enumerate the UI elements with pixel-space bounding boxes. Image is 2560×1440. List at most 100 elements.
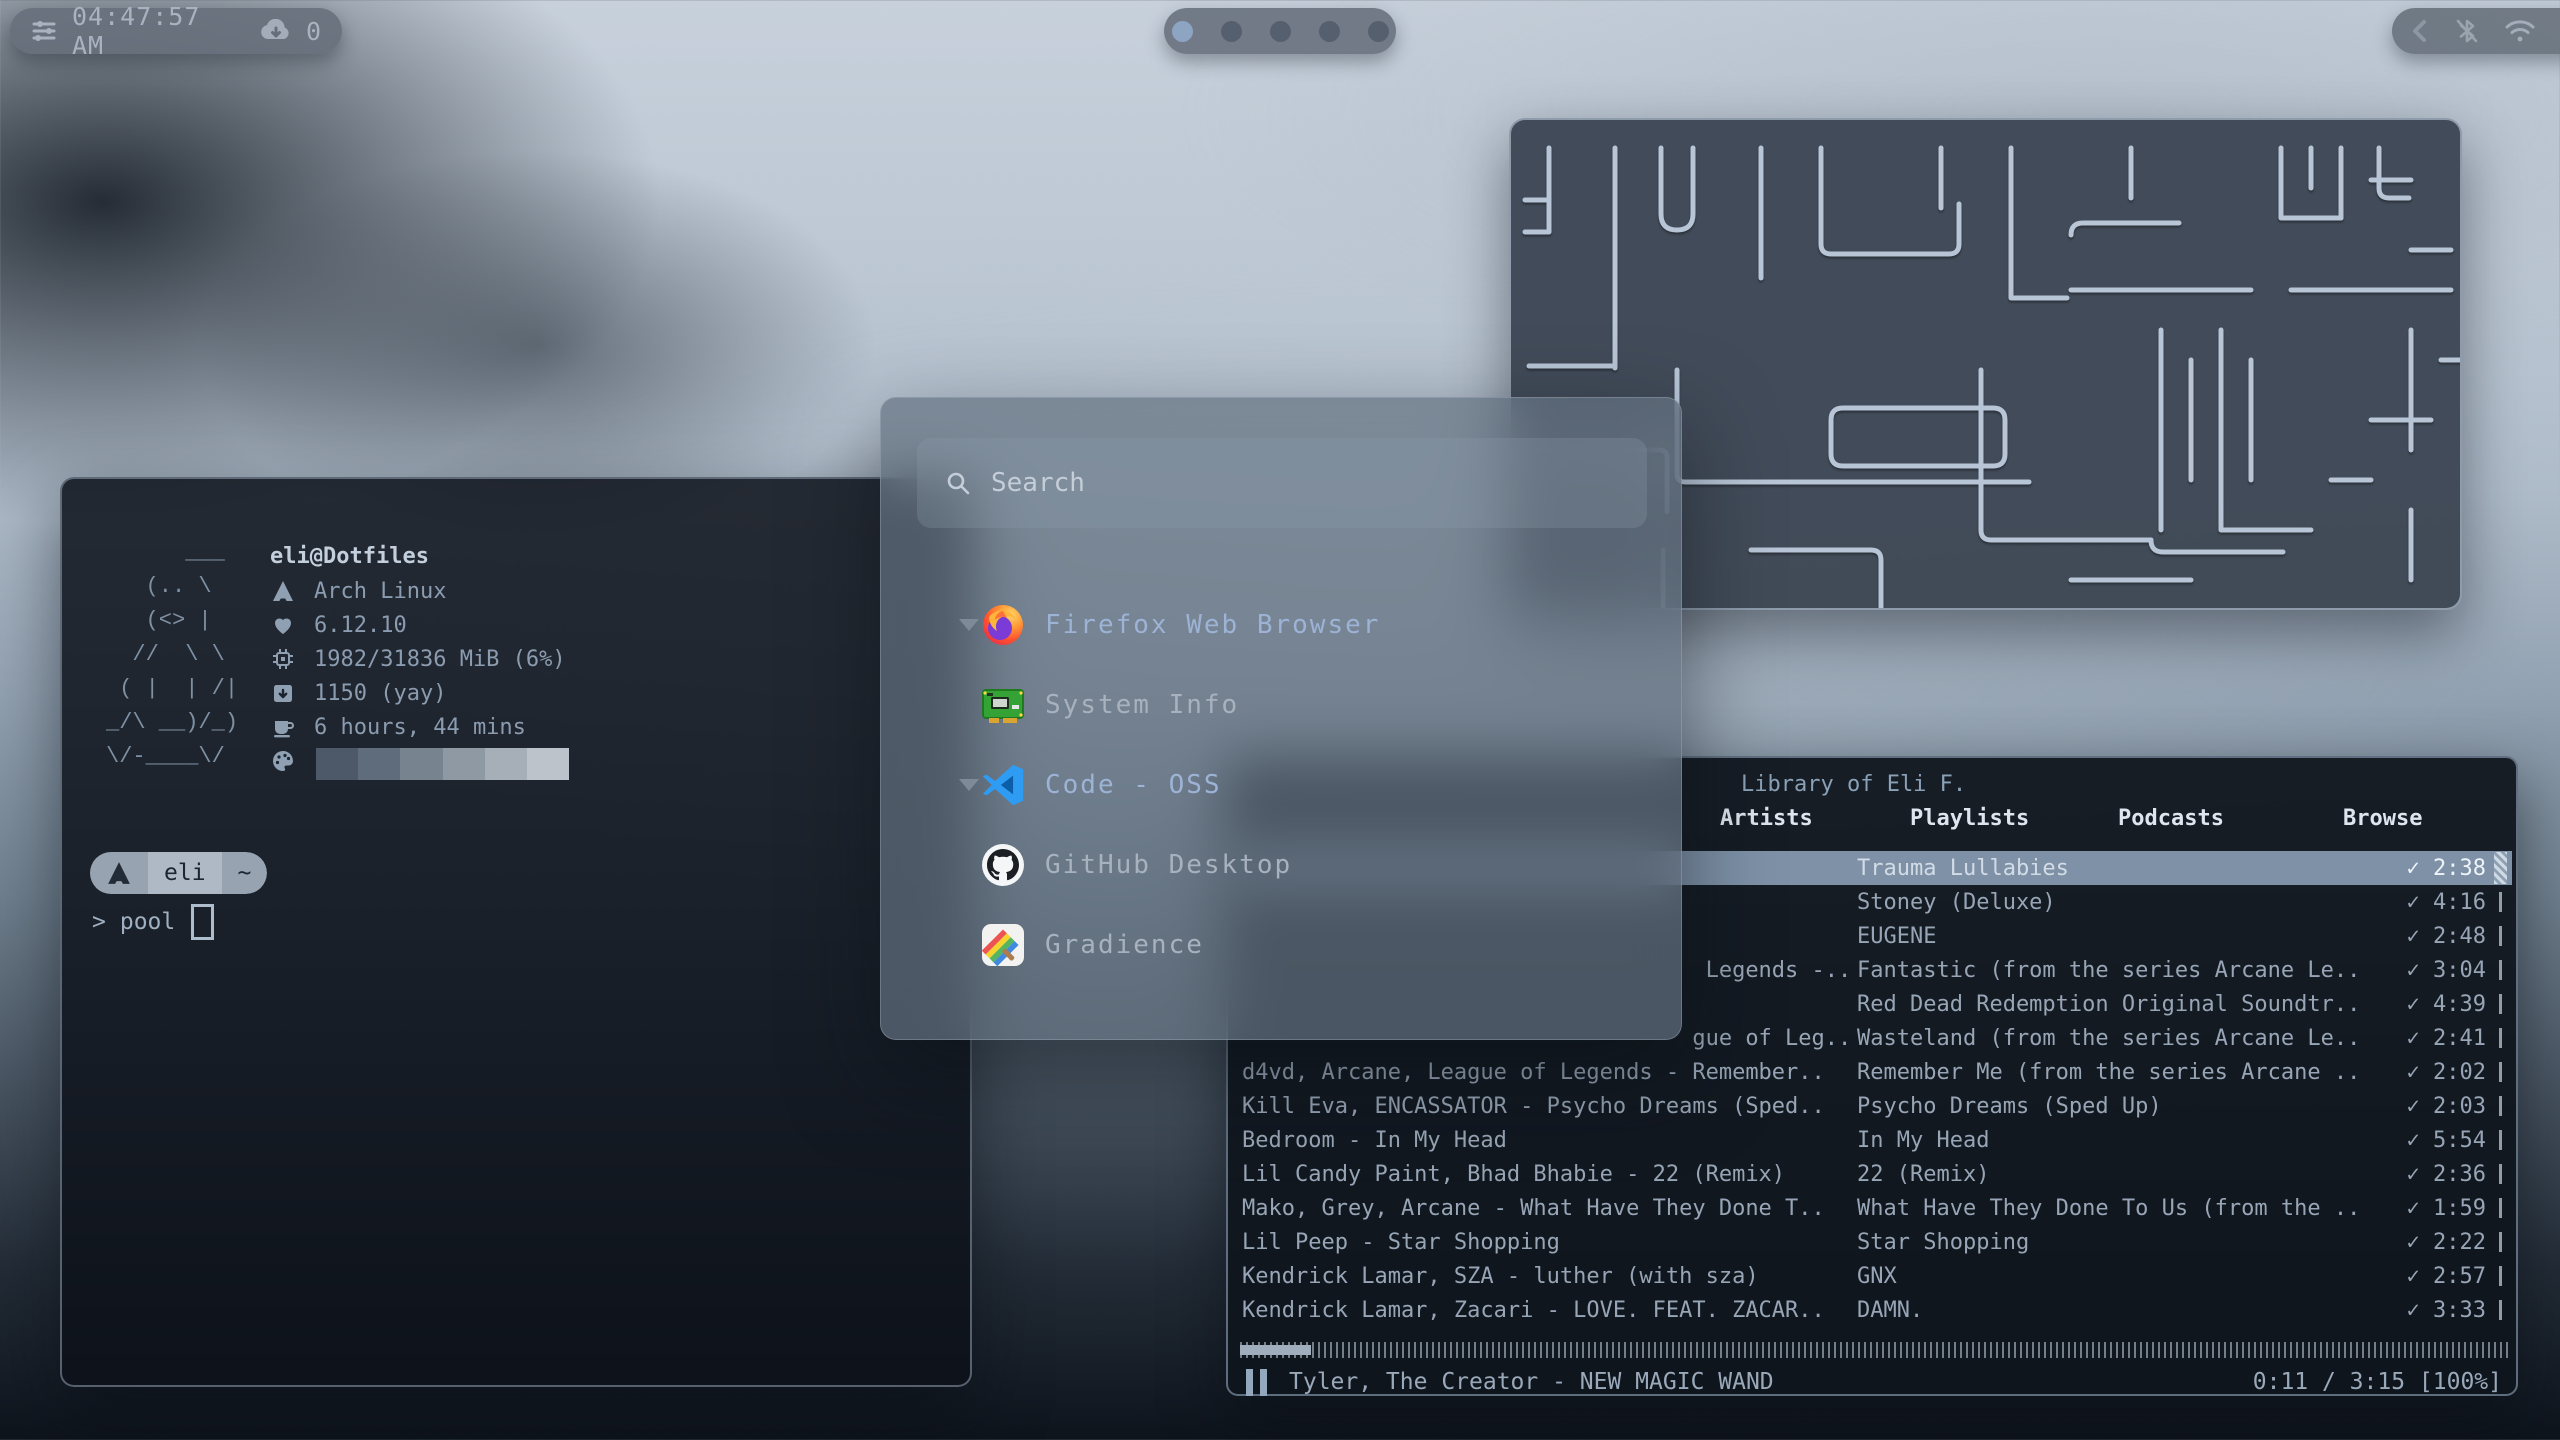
scrollbar-track bbox=[2499, 1232, 2502, 1252]
scrollbar[interactable] bbox=[2492, 919, 2508, 953]
launcher-item-github-desktop[interactable]: GitHub Desktop bbox=[881, 825, 1681, 905]
playback-time: 0:11 / 3:15 [100%] bbox=[2253, 1369, 2502, 1395]
track-artist: Bedroom - In My Head bbox=[1242, 1128, 1854, 1153]
tab-playlists[interactable]: Playlists bbox=[1910, 806, 2029, 831]
scrollbar[interactable] bbox=[2492, 851, 2508, 885]
track-row[interactable]: Lil Candy Paint, Bhad Bhabie - 22 (Remix… bbox=[1236, 1157, 2512, 1191]
scrollbar-track bbox=[2499, 1096, 2502, 1116]
workspace-dot-4[interactable] bbox=[1319, 21, 1340, 42]
fetch-user-host: eli@Dotfiles bbox=[270, 540, 429, 574]
tab-artists[interactable]: Artists bbox=[1720, 806, 1813, 831]
track-duration: ✓ 2:02 bbox=[2336, 1060, 2486, 1085]
scrollbar[interactable] bbox=[2492, 1157, 2508, 1191]
scrollbar[interactable] bbox=[2492, 987, 2508, 1021]
sliders-icon[interactable] bbox=[30, 17, 58, 45]
scrollbar-track bbox=[2499, 960, 2502, 980]
bluetooth-off-icon[interactable] bbox=[2454, 17, 2480, 45]
launcher-item-label: Firefox Web Browser bbox=[1045, 610, 1380, 640]
now-playing-bar: Tyler, The Creator - NEW MAGIC WAND 0:11… bbox=[1246, 1364, 2502, 1400]
workspace-dot-1[interactable] bbox=[1172, 21, 1193, 42]
color-swatch bbox=[485, 748, 527, 780]
scrollbar[interactable] bbox=[2492, 1225, 2508, 1259]
workspace-pill bbox=[1164, 8, 1396, 54]
clock: 04:47:57 AM bbox=[72, 2, 246, 60]
scrollbar-track bbox=[2499, 892, 2502, 912]
scrollbar[interactable] bbox=[2492, 1055, 2508, 1089]
scrollbar[interactable] bbox=[2492, 1021, 2508, 1055]
chevron-down-icon[interactable] bbox=[959, 619, 979, 631]
seek-bar-track bbox=[1240, 1342, 2508, 1358]
fetch-value: 6 hours, 44 mins bbox=[314, 715, 526, 740]
scrollbar-thumb bbox=[2494, 852, 2507, 884]
track-artist: Mako, Grey, Arcane - What Have They Done… bbox=[1242, 1196, 1854, 1221]
scrollbar[interactable] bbox=[2492, 1089, 2508, 1123]
color-swatch bbox=[443, 748, 485, 780]
scrollbar-track bbox=[2499, 994, 2502, 1014]
track-artist: Kendrick Lamar, SZA - luther (with sza) bbox=[1242, 1264, 1854, 1289]
color-swatch bbox=[358, 748, 400, 780]
launcher-item-firefox-web-browser[interactable]: Firefox Web Browser bbox=[881, 585, 1681, 665]
track-duration: ✓ 2:38 bbox=[2336, 856, 2486, 881]
workspace-dot-5[interactable] bbox=[1368, 21, 1389, 42]
track-row[interactable]: Kill Eva, ENCASSATOR - Psycho Dreams (Sp… bbox=[1236, 1089, 2512, 1123]
launcher-item-label: System Info bbox=[1045, 690, 1239, 720]
track-row[interactable]: Kendrick Lamar, Zacari - LOVE. FEAT. ZAC… bbox=[1236, 1293, 2512, 1327]
launcher-item-code-oss[interactable]: Code - OSS bbox=[881, 745, 1681, 825]
terminal-window[interactable]: ___ (.. \ (<> | // \ \ ( | | /| _/\ __)/… bbox=[60, 477, 972, 1387]
status-pill-tray[interactable] bbox=[2392, 8, 2560, 54]
launcher-item-label: Gradience bbox=[1045, 930, 1204, 960]
gradience-icon bbox=[979, 921, 1027, 969]
track-row[interactable]: Lil Peep - Star ShoppingStar Shopping✓ 2… bbox=[1236, 1225, 2512, 1259]
prompt-arrow: > bbox=[92, 909, 106, 935]
track-row[interactable]: Bedroom - In My HeadIn My Head✓ 5:54 bbox=[1236, 1123, 2512, 1157]
scrollbar[interactable] bbox=[2492, 885, 2508, 919]
fetch-value: 6.12.10 bbox=[314, 613, 407, 638]
tab-podcasts[interactable]: Podcasts bbox=[2118, 806, 2224, 831]
status-pill-left[interactable]: 04:47:57 AM 0 bbox=[10, 8, 342, 54]
workspace-dot-2[interactable] bbox=[1221, 21, 1242, 42]
launcher-item-gradience[interactable]: Gradience bbox=[881, 905, 1681, 985]
text-cursor bbox=[191, 904, 214, 940]
search-input[interactable] bbox=[989, 467, 1619, 499]
chevron-down-icon[interactable] bbox=[959, 779, 979, 791]
prompt-dir: ~ bbox=[222, 852, 268, 894]
track-row[interactable]: Kendrick Lamar, SZA - luther (with sza)G… bbox=[1236, 1259, 2512, 1293]
shell-prompt: eli ~ bbox=[90, 852, 267, 894]
app-launcher: Firefox Web Browser System Info Code - OSS… bbox=[880, 397, 1682, 1040]
search-field[interactable] bbox=[917, 438, 1647, 528]
cloud-download-icon[interactable] bbox=[260, 19, 292, 43]
workspace-dot-3[interactable] bbox=[1270, 21, 1291, 42]
launcher-item-label: GitHub Desktop bbox=[1045, 850, 1292, 880]
wifi-icon[interactable] bbox=[2504, 18, 2536, 44]
pause-icon[interactable] bbox=[1246, 1369, 1267, 1396]
tab-browse[interactable]: Browse bbox=[2343, 806, 2422, 831]
scrollbar[interactable] bbox=[2492, 1259, 2508, 1293]
fetch-row: 1982/31836 MiB (6%) bbox=[270, 642, 566, 676]
track-duration: ✓ 2:41 bbox=[2336, 1026, 2486, 1051]
track-artist: Kill Eva, ENCASSATOR - Psycho Dreams (Sp… bbox=[1242, 1094, 1854, 1119]
track-row[interactable]: d4vd, Arcane, League of Legends - Rememb… bbox=[1236, 1055, 2512, 1089]
scrollbar-track bbox=[2499, 1300, 2502, 1320]
scrollbar[interactable] bbox=[2492, 953, 2508, 987]
scrollbar[interactable] bbox=[2492, 1191, 2508, 1225]
launcher-results: Firefox Web Browser System Info Code - OSS… bbox=[881, 585, 1681, 985]
scrollbar-track bbox=[2499, 1062, 2502, 1082]
chevron-left-icon[interactable] bbox=[2410, 18, 2430, 44]
arch-icon bbox=[90, 852, 148, 894]
track-duration: ✓ 5:54 bbox=[2336, 1128, 2486, 1153]
command-line[interactable]: > pool bbox=[92, 905, 214, 939]
fetch-value: Arch Linux bbox=[314, 579, 446, 604]
color-swatch bbox=[400, 748, 442, 780]
chip-icon bbox=[270, 647, 296, 671]
fetch-ascii-art: ___ (.. \ (<> | // \ \ ( | | /| _/\ __)/… bbox=[106, 536, 238, 774]
scrollbar[interactable] bbox=[2492, 1123, 2508, 1157]
scrollbar[interactable] bbox=[2492, 1293, 2508, 1327]
launcher-item-system-info[interactable]: System Info bbox=[881, 665, 1681, 745]
scrollbar-track bbox=[2499, 1028, 2502, 1048]
library-title: Library of Eli F. bbox=[1741, 772, 1966, 797]
firefox-icon bbox=[979, 601, 1027, 649]
seek-bar[interactable] bbox=[1240, 1342, 2508, 1358]
track-row[interactable]: Mako, Grey, Arcane - What Have They Done… bbox=[1236, 1191, 2512, 1225]
prompt-user: eli bbox=[148, 852, 222, 894]
track-duration: ✓ 3:33 bbox=[2336, 1298, 2486, 1323]
